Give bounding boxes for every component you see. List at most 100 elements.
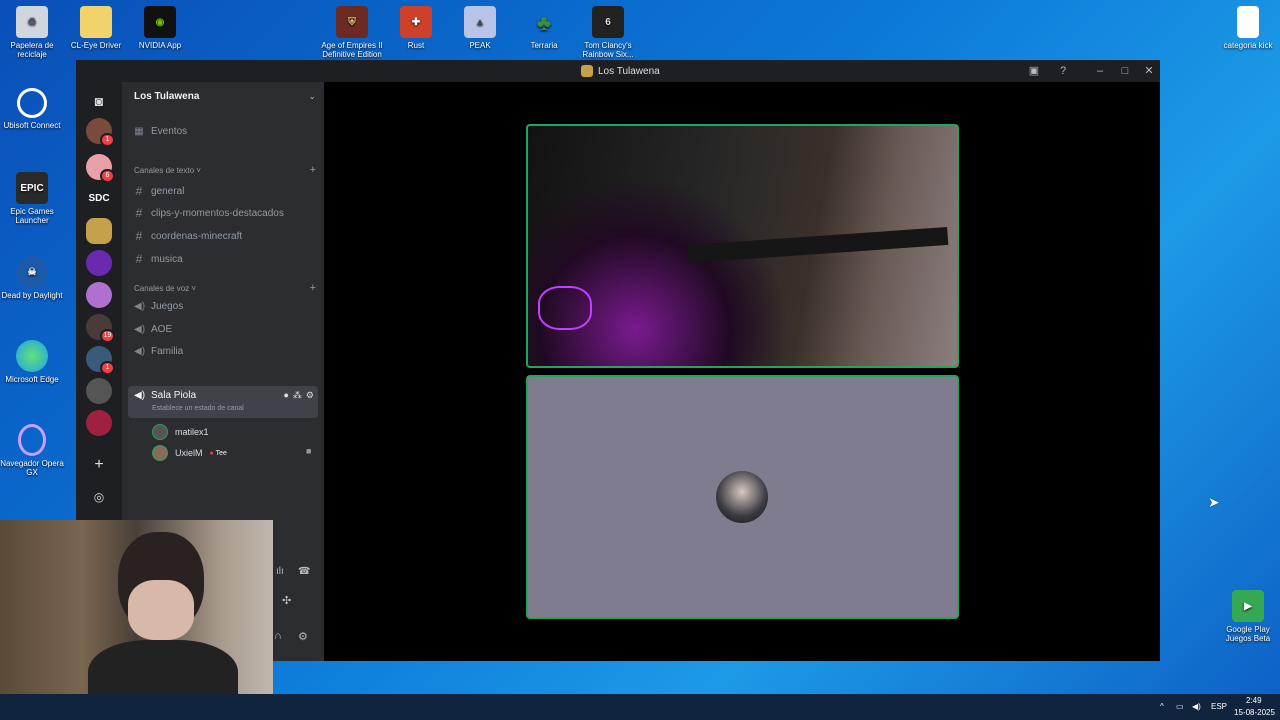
unread-badge: 1 [100,361,115,375]
chevron-down-icon[interactable]: ⌄ [308,91,316,102]
r6-icon: 6 [592,6,624,38]
hash-icon: # [135,252,143,266]
recycle-bin-icon: ♻ [16,6,48,38]
channel-coordenas[interactable]: # coordenas-minecraft [134,229,243,243]
clock-date[interactable]: 15-08-2025 [1234,708,1275,717]
terraria-icon: ♣ [536,9,552,35]
close-button[interactable]: ✕ [1141,63,1157,79]
voice-member[interactable]: UxielM ● Tee [152,445,227,461]
rust-icon: ✚ [400,6,432,38]
server-icon[interactable] [86,410,112,436]
speaker-icon: ◀) [134,346,146,357]
discord-home-icon[interactable]: ◙ [86,88,112,114]
voice-channel-juegos[interactable]: ◀) Juegos [134,301,183,312]
calendar-icon: ▦ [134,126,144,137]
chat-icon[interactable]: ● [283,390,288,401]
channel-status[interactable]: Establece un estado de canal [152,405,244,412]
add-channel-icon[interactable]: + [310,282,316,294]
desktop-icon-epic-games[interactable]: EPIC Epic Games Launcher [0,172,64,225]
dbd-icon: ☠ [16,256,48,288]
inbox-icon[interactable]: ▣ [1026,63,1042,79]
desktop-icon-ubisoft[interactable]: Ubisoft Connect [0,88,64,130]
aoe-icon: ⛨ [336,6,368,38]
text-category[interactable]: Canales de texto ˅ [134,166,201,175]
events-item[interactable]: ▦ Eventos [134,126,187,137]
guitar-neck [687,226,949,264]
add-server-icon[interactable]: + [86,452,112,478]
speaker-icon: ◀) [134,324,146,335]
voice-category[interactable]: Canales de voz ˅ [134,284,196,293]
speaker-icon: ◀) [134,390,146,401]
desktop-icon-categoria-kick[interactable]: categoria kick [1216,6,1280,50]
server-icon [581,65,593,77]
minimize-button[interactable]: – [1092,63,1108,79]
unread-badge: 6 [100,169,115,183]
gear-icon[interactable]: ⚙ [306,390,314,401]
title-bar: Los Tulawena ▣ ? – □ ✕ [76,60,1160,82]
soundboard-icon[interactable]: ılı [276,566,284,577]
desktop-icon-edge[interactable]: Microsoft Edge [0,340,64,384]
noise-suppression-icon[interactable]: ✣ [282,594,291,607]
help-icon[interactable]: ? [1055,63,1071,79]
desktop-icon-rainbow-six[interactable]: 6 Tom Clancy's Rainbow Six... [576,6,640,59]
desktop-icon-opera-gx[interactable]: Navegador Opera GX [0,424,64,477]
desktop-icon-terraria[interactable]: ♣ Terraria [512,6,576,50]
language-indicator[interactable]: ESP [1211,702,1227,711]
add-channel-icon[interactable]: + [310,164,316,176]
voice-member[interactable]: matilex1 [152,424,209,440]
server-name[interactable]: Los Tulawena [134,91,199,102]
server-folder[interactable]: 19 [86,314,115,343]
unread-badge: 1 [100,133,115,147]
video-tile-camera[interactable] [526,124,959,368]
peak-icon: ▲ [464,6,496,38]
server-icon[interactable] [86,282,112,308]
hash-icon: # [135,184,143,198]
hash-icon: # [135,206,143,220]
desktop-icon-google-play[interactable]: ▶ Google Play Juegos Beta [1216,590,1280,643]
edge-icon [16,340,48,372]
document-icon [1237,6,1259,38]
server-folder[interactable]: 1 [86,346,115,375]
network-icon[interactable]: ▭ [1176,702,1184,711]
user-settings-icon[interactable]: ⚙ [298,630,308,643]
disconnect-icon[interactable]: ☎ [298,566,310,577]
server-icon[interactable] [86,250,112,276]
webcam-overlay [0,520,273,720]
nvidia-icon: ◉ [144,6,176,38]
video-tile-avatar[interactable] [526,375,959,619]
ubisoft-icon [17,88,47,118]
desktop-icon-recycle-bin[interactable]: ♻ Papelera de reciclaje [0,6,64,59]
folder-icon [80,6,112,38]
explore-icon[interactable]: ◎ [86,484,112,510]
server-los-tulawena[interactable] [86,218,112,244]
maximize-button[interactable]: □ [1117,63,1133,79]
server-sdc[interactable]: SDC [86,186,112,212]
desktop-icon-rust[interactable]: ✚ Rust [384,6,448,50]
voice-channel-sala-piola[interactable]: ◀) Sala Piola Establece un estado de can… [128,386,318,418]
neon-light [538,286,592,330]
person-face [128,580,194,640]
desktop-icon-nvidia-app[interactable]: ◉ NVIDIA App [128,6,192,50]
channel-general[interactable]: # general [134,184,185,198]
voice-channel-aoe[interactable]: ◀) AOE [134,324,172,335]
server-icon[interactable]: 1 [86,118,115,147]
headphones-icon[interactable]: ∩ [274,630,282,642]
speaker-icon: ◀) [134,301,146,312]
avatar [152,445,168,461]
voice-channel-familia[interactable]: ◀) Familia [134,346,183,357]
chevron-up-icon[interactable]: ^ [1160,702,1164,711]
desktop-icon-aoe[interactable]: ⛨ Age of Empires II Definitive Edition [320,6,384,59]
desktop-icon-dead-by-daylight[interactable]: ☠ Dead by Daylight [0,256,64,300]
desktop-icon-cl-eye-driver[interactable]: CL-Eye Driver [64,6,128,50]
server-icon[interactable] [86,378,112,404]
volume-icon[interactable]: ◀) [1192,702,1201,711]
server-icon[interactable]: 6 [86,154,115,183]
voice-stage [324,82,1160,661]
add-member-icon[interactable]: ⁂ [293,390,302,401]
desktop-icon-peak[interactable]: ▲ PEAK [448,6,512,50]
channel-musica[interactable]: # musica [134,252,183,266]
channel-clips[interactable]: # clips-y-momentos-destacados [134,206,284,220]
cursor-icon: ➤ [1208,494,1220,510]
clock-time[interactable]: 2:49 [1246,696,1262,705]
epic-icon: EPIC [16,172,48,204]
